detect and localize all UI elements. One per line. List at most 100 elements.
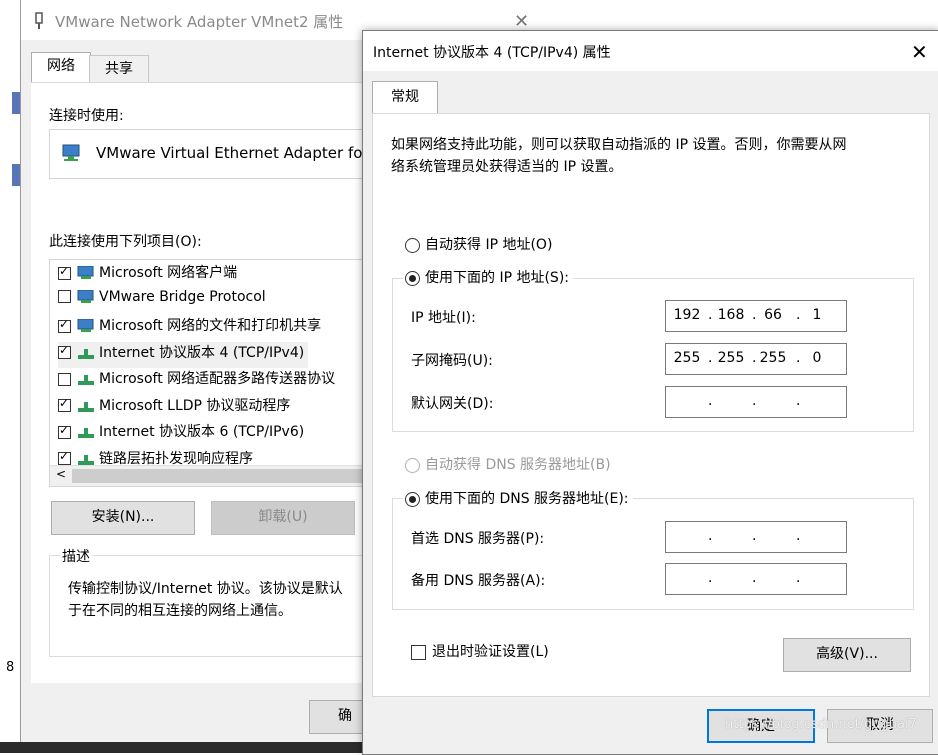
manual-dns-label: 使用下面的 DNS 服务器地址(E):	[425, 491, 629, 507]
manual-dns-radio[interactable]	[405, 491, 420, 507]
adapter-icon	[35, 12, 43, 29]
protocol-icon	[78, 401, 94, 412]
item-checkbox[interactable]	[58, 317, 71, 333]
ip-separator: .	[708, 307, 713, 323]
adapter-name: VMware Virtual Ethernet Adapter for	[96, 144, 369, 162]
items-list[interactable]: Microsoft 网络客户端 VMware Bridge Protocol Mic…	[49, 259, 371, 487]
item-checkbox[interactable]	[58, 396, 71, 412]
auto-dns-option[interactable]: 自动获得 DNS 服务器地址(B)	[405, 454, 611, 474]
item-label: Microsoft LLDP 协议驱动程序	[99, 397, 291, 414]
item-checkbox[interactable]	[58, 449, 71, 465]
tab-network[interactable]: 网络	[31, 52, 91, 83]
default-gateway-label: 默认网关(D):	[411, 396, 494, 412]
scrollbar-thumb[interactable]	[72, 469, 362, 483]
item-label: Internet 协议版本 4 (TCP/IPv4)	[99, 344, 305, 361]
ip-octet[interactable]: 255	[672, 344, 702, 373]
ip-octet[interactable]: 255	[758, 344, 788, 373]
list-item[interactable]: Microsoft 网络客户端	[58, 262, 237, 288]
close-icon[interactable]: ✕	[514, 11, 529, 32]
intro-line-2: 络系统管理员处获得适当的 IP 设置。	[391, 159, 623, 175]
ip-separator: .	[708, 570, 713, 586]
alternate-dns-field[interactable]: ...	[665, 563, 847, 595]
list-item[interactable]: Microsoft 网络的文件和打印机共享	[58, 315, 321, 341]
description-group: 描述 传输控制协议/Internet 协议。该协议是默认 于在不同的相互连接的网…	[49, 546, 375, 657]
manual-ip-radio[interactable]	[405, 270, 420, 286]
ip-separator: .	[752, 528, 757, 544]
protocol-icon	[78, 375, 94, 385]
network-adapter-icon	[62, 144, 80, 161]
tab-sharing[interactable]: 共享	[89, 55, 149, 84]
ip-separator: .	[752, 350, 757, 366]
adapter-window-title: VMware Network Adapter VMnet2 属性	[55, 13, 344, 31]
auto-ip-radio[interactable]	[405, 237, 420, 253]
item-label: Microsoft 网络的文件和打印机共享	[99, 318, 322, 334]
close-icon[interactable]: ✕	[911, 40, 928, 64]
uninstall-button[interactable]: 卸载(U)	[211, 501, 355, 535]
ip-octet[interactable]: 1	[802, 301, 832, 330]
general-tab-panel: 如果网络支持此功能，则可以获取自动指派的 IP 设置。否则，你需要从网 络系统管…	[372, 113, 930, 697]
ip-octet[interactable]: 66	[758, 301, 788, 330]
ip-octet[interactable]: 255	[716, 344, 746, 373]
manual-ip-option[interactable]: 使用下面的 IP 地址(S):	[403, 267, 573, 287]
item-label: Microsoft 网络适配器多路传送器协议	[99, 371, 336, 387]
protocol-icon	[78, 348, 94, 359]
auto-ip-option[interactable]: 自动获得 IP 地址(O)	[405, 234, 552, 254]
ip-separator: .	[708, 393, 713, 409]
protocol-icon	[78, 428, 94, 438]
ipv4-properties-dialog: Internet 协议版本 4 (TCP/IPv4) 属性 ✕ 常规 如果网络支…	[362, 30, 938, 755]
edge-text: 8	[6, 660, 15, 675]
ip-octet[interactable]: 168	[716, 301, 746, 330]
list-item[interactable]: VMware Bridge Protocol	[58, 289, 266, 315]
description-text-2: 于在不同的相互连接的网络上通信。	[68, 603, 292, 619]
advanced-button[interactable]: 高级(V)...	[783, 638, 911, 672]
item-label: Microsoft 网络客户端	[99, 265, 238, 281]
list-item[interactable]: Internet 协议版本 4 (TCP/IPv4)	[58, 341, 309, 368]
validate-settings-option[interactable]: 退出时验证设置(L)	[411, 641, 549, 661]
auto-dns-radio[interactable]	[405, 457, 420, 473]
list-item[interactable]: Microsoft 网络适配器多路传送器协议	[58, 368, 335, 394]
dialog-title: Internet 协议版本 4 (TCP/IPv4) 属性	[373, 45, 611, 61]
item-label: Internet 协议版本 6 (TCP/IPv6)	[99, 424, 305, 440]
items-label: 此连接使用下列项目(O):	[49, 234, 202, 250]
ip-separator: .	[752, 570, 757, 586]
ip-address-label: IP 地址(I):	[411, 310, 476, 326]
alternate-dns-label: 备用 DNS 服务器(A):	[411, 573, 546, 589]
list-item[interactable]: Internet 协议版本 6 (TCP/IPv6)	[58, 421, 304, 447]
horizontal-scrollbar[interactable]: <	[50, 465, 370, 486]
default-gateway-field[interactable]: ...	[665, 386, 847, 418]
ip-octet[interactable]: 192	[672, 301, 702, 330]
item-checkbox[interactable]	[58, 264, 71, 280]
preferred-dns-field[interactable]: ...	[665, 521, 847, 553]
ip-separator: .	[796, 350, 801, 366]
description-text: 传输控制协议/Internet 协议。该协议是默认	[68, 581, 343, 597]
ip-separator: .	[796, 528, 801, 544]
item-checkbox[interactable]	[58, 290, 71, 303]
protocol-icon	[78, 454, 94, 465]
adapter-box: VMware Virtual Ethernet Adapter for	[49, 129, 371, 179]
ip-separator: .	[796, 393, 801, 409]
network-client-icon	[77, 266, 94, 279]
auto-dns-label: 自动获得 DNS 服务器地址(B)	[425, 457, 611, 473]
description-label: 描述	[60, 546, 92, 566]
network-client-icon	[77, 319, 94, 332]
ip-address-field[interactable]: 192 168 66 1...	[665, 300, 847, 332]
dialog-titlebar: Internet 协议版本 4 (TCP/IPv4) 属性 ✕	[363, 31, 938, 71]
ip-separator: .	[752, 307, 757, 323]
ip-separator: .	[708, 350, 713, 366]
auto-ip-label: 自动获得 IP 地址(O)	[425, 237, 553, 253]
install-button[interactable]: 安装(N)...	[51, 501, 195, 535]
item-checkbox[interactable]	[58, 423, 71, 439]
scroll-left-icon[interactable]: <	[56, 467, 66, 481]
validate-settings-checkbox[interactable]	[411, 644, 426, 660]
manual-dns-option[interactable]: 使用下面的 DNS 服务器地址(E):	[403, 488, 633, 508]
subnet-mask-field[interactable]: 255 255 255 0...	[665, 343, 847, 375]
validate-settings-label: 退出时验证设置(L)	[432, 644, 549, 660]
list-item[interactable]: Microsoft LLDP 协议驱动程序	[58, 395, 290, 421]
item-checkbox[interactable]	[58, 372, 71, 386]
preferred-dns-label: 首选 DNS 服务器(P):	[411, 531, 545, 547]
item-checkbox[interactable]	[58, 343, 71, 359]
desktop-edge: 8	[0, 0, 20, 753]
ip-octet[interactable]: 0	[802, 344, 832, 373]
ip-separator: .	[708, 528, 713, 544]
tab-general[interactable]: 常规	[372, 81, 438, 114]
